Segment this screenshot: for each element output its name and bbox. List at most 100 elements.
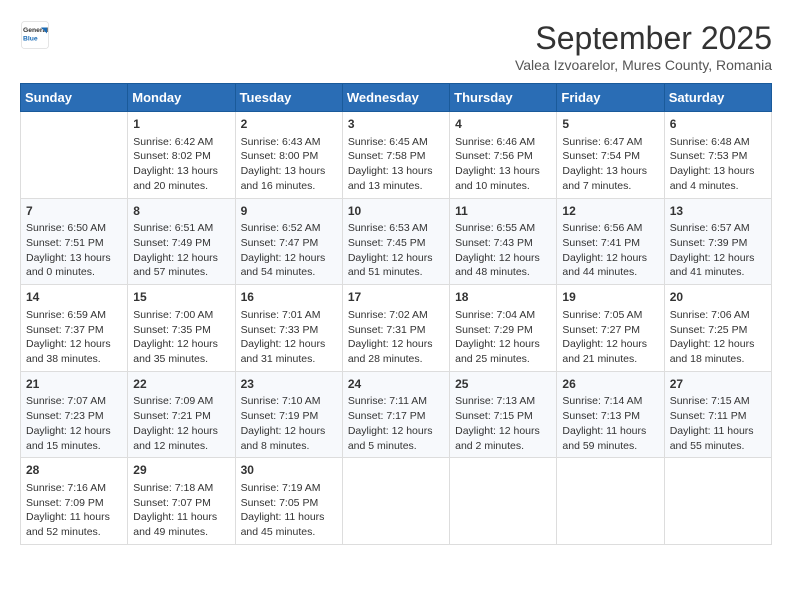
calendar-cell: 25Sunrise: 7:13 AMSunset: 7:15 PMDayligh… — [450, 371, 557, 458]
weekday-header: Tuesday — [235, 84, 342, 112]
day-info: Sunrise: 7:15 AM — [670, 394, 766, 409]
day-info: Daylight: 12 hours and 48 minutes. — [455, 251, 551, 280]
day-info: Sunset: 8:02 PM — [133, 149, 229, 164]
day-number: 19 — [562, 289, 658, 306]
day-number: 29 — [133, 462, 229, 479]
day-number: 25 — [455, 376, 551, 393]
calendar-cell: 20Sunrise: 7:06 AMSunset: 7:25 PMDayligh… — [664, 285, 771, 372]
day-number: 27 — [670, 376, 766, 393]
calendar-cell: 17Sunrise: 7:02 AMSunset: 7:31 PMDayligh… — [342, 285, 449, 372]
calendar-cell: 5Sunrise: 6:47 AMSunset: 7:54 PMDaylight… — [557, 112, 664, 199]
day-info: Daylight: 12 hours and 51 minutes. — [348, 251, 444, 280]
day-number: 24 — [348, 376, 444, 393]
day-info: Sunset: 7:49 PM — [133, 236, 229, 251]
day-number: 17 — [348, 289, 444, 306]
day-info: Sunrise: 6:50 AM — [26, 221, 122, 236]
day-info: Daylight: 12 hours and 2 minutes. — [455, 424, 551, 453]
day-info: Daylight: 12 hours and 12 minutes. — [133, 424, 229, 453]
calendar-cell: 27Sunrise: 7:15 AMSunset: 7:11 PMDayligh… — [664, 371, 771, 458]
day-info: Daylight: 13 hours and 4 minutes. — [670, 164, 766, 193]
calendar-cell: 26Sunrise: 7:14 AMSunset: 7:13 PMDayligh… — [557, 371, 664, 458]
day-info: Sunrise: 6:51 AM — [133, 221, 229, 236]
day-info: Sunrise: 7:06 AM — [670, 308, 766, 323]
day-info: Sunrise: 6:57 AM — [670, 221, 766, 236]
day-info: Sunrise: 6:47 AM — [562, 135, 658, 150]
calendar-cell: 1Sunrise: 6:42 AMSunset: 8:02 PMDaylight… — [128, 112, 235, 199]
day-info: Sunset: 7:07 PM — [133, 496, 229, 511]
calendar-cell — [21, 112, 128, 199]
calendar-cell: 8Sunrise: 6:51 AMSunset: 7:49 PMDaylight… — [128, 198, 235, 285]
calendar-cell: 29 Sunrise: 7:18 AMSunset: 7:07 PMDayligh… — [128, 458, 235, 545]
day-number: 4 — [455, 116, 551, 133]
day-info: Sunrise: 7:18 AM — [133, 481, 229, 496]
calendar-cell: 13Sunrise: 6:57 AMSunset: 7:39 PMDayligh… — [664, 198, 771, 285]
calendar-cell: 28Sunrise: 7:16 AMSunset: 7:09 PMDayligh… — [21, 458, 128, 545]
day-number: 16 — [241, 289, 337, 306]
logo: General Blue — [20, 20, 50, 50]
day-number: 21 — [26, 376, 122, 393]
day-info: Sunset: 7:23 PM — [26, 409, 122, 424]
location-subtitle: Valea Izvoarelor, Mures County, Romania — [515, 57, 772, 73]
calendar-cell: 6Sunrise: 6:48 AMSunset: 7:53 PMDaylight… — [664, 112, 771, 199]
day-info: Sunset: 7:27 PM — [562, 323, 658, 338]
calendar-cell — [450, 458, 557, 545]
day-info: Sunset: 7:25 PM — [670, 323, 766, 338]
day-number: 8 — [133, 203, 229, 220]
weekday-header: Saturday — [664, 84, 771, 112]
calendar-cell: 12Sunrise: 6:56 AMSunset: 7:41 PMDayligh… — [557, 198, 664, 285]
calendar-cell: 15Sunrise: 7:00 AMSunset: 7:35 PMDayligh… — [128, 285, 235, 372]
calendar-week-row: 7Sunrise: 6:50 AMSunset: 7:51 PMDaylight… — [21, 198, 772, 285]
day-info: Daylight: 12 hours and 28 minutes. — [348, 337, 444, 366]
day-number: 26 — [562, 376, 658, 393]
calendar-cell: 19 Sunrise: 7:05 AMSunset: 7:27 PMDayligh… — [557, 285, 664, 372]
day-info: Sunrise: 7:09 AM — [133, 394, 229, 409]
day-number: 28 — [26, 462, 122, 479]
day-info: Daylight: 13 hours and 10 minutes. — [455, 164, 551, 193]
month-title: September 2025 — [515, 20, 772, 57]
day-info: Sunset: 7:51 PM — [26, 236, 122, 251]
calendar-cell — [342, 458, 449, 545]
day-info: Sunset: 7:31 PM — [348, 323, 444, 338]
day-number: 11 — [455, 203, 551, 220]
day-info: Daylight: 11 hours and 59 minutes. — [562, 424, 658, 453]
calendar-cell: 23Sunrise: 7:10 AMSunset: 7:19 PMDayligh… — [235, 371, 342, 458]
day-number: 5 — [562, 116, 658, 133]
day-number: 23 — [241, 376, 337, 393]
day-info: Sunrise: 6:52 AM — [241, 221, 337, 236]
day-info: Sunrise: 7:13 AM — [455, 394, 551, 409]
day-info: Sunrise: 6:56 AM — [562, 221, 658, 236]
day-info: Daylight: 13 hours and 0 minutes. — [26, 251, 122, 280]
day-info: Daylight: 12 hours and 8 minutes. — [241, 424, 337, 453]
logo-icon: General Blue — [20, 20, 50, 50]
calendar-cell: 24Sunrise: 7:11 AMSunset: 7:17 PMDayligh… — [342, 371, 449, 458]
calendar-cell: 30Sunrise: 7:19 AMSunset: 7:05 PMDayligh… — [235, 458, 342, 545]
day-number: 9 — [241, 203, 337, 220]
day-info: Sunrise: 7:05 AM — [562, 308, 658, 323]
day-info: Sunrise: 7:04 AM — [455, 308, 551, 323]
calendar-week-row: 21Sunrise: 7:07 AMSunset: 7:23 PMDayligh… — [21, 371, 772, 458]
day-info: Sunrise: 6:48 AM — [670, 135, 766, 150]
day-info: Sunrise: 7:19 AM — [241, 481, 337, 496]
day-info: Daylight: 12 hours and 21 minutes. — [562, 337, 658, 366]
day-info: Daylight: 12 hours and 57 minutes. — [133, 251, 229, 280]
calendar-week-row: 1Sunrise: 6:42 AMSunset: 8:02 PMDaylight… — [21, 112, 772, 199]
day-info: Daylight: 11 hours and 49 minutes. — [133, 510, 229, 539]
calendar-cell: 2Sunrise: 6:43 AMSunset: 8:00 PMDaylight… — [235, 112, 342, 199]
day-info: Sunset: 7:09 PM — [26, 496, 122, 511]
day-number: 12 — [562, 203, 658, 220]
day-info: Daylight: 12 hours and 44 minutes. — [562, 251, 658, 280]
calendar-cell — [664, 458, 771, 545]
day-info: Sunrise: 6:55 AM — [455, 221, 551, 236]
day-info: Daylight: 12 hours and 18 minutes. — [670, 337, 766, 366]
calendar-cell: 18Sunrise: 7:04 AMSunset: 7:29 PMDayligh… — [450, 285, 557, 372]
day-number: 7 — [26, 203, 122, 220]
day-info: Daylight: 11 hours and 55 minutes. — [670, 424, 766, 453]
weekday-header: Wednesday — [342, 84, 449, 112]
day-info: Sunset: 7:54 PM — [562, 149, 658, 164]
weekday-header: Thursday — [450, 84, 557, 112]
day-info: Daylight: 11 hours and 52 minutes. — [26, 510, 122, 539]
day-info: Sunset: 7:56 PM — [455, 149, 551, 164]
day-info: Sunset: 7:33 PM — [241, 323, 337, 338]
day-info: Sunset: 7:41 PM — [562, 236, 658, 251]
day-info: Sunset: 7:53 PM — [670, 149, 766, 164]
